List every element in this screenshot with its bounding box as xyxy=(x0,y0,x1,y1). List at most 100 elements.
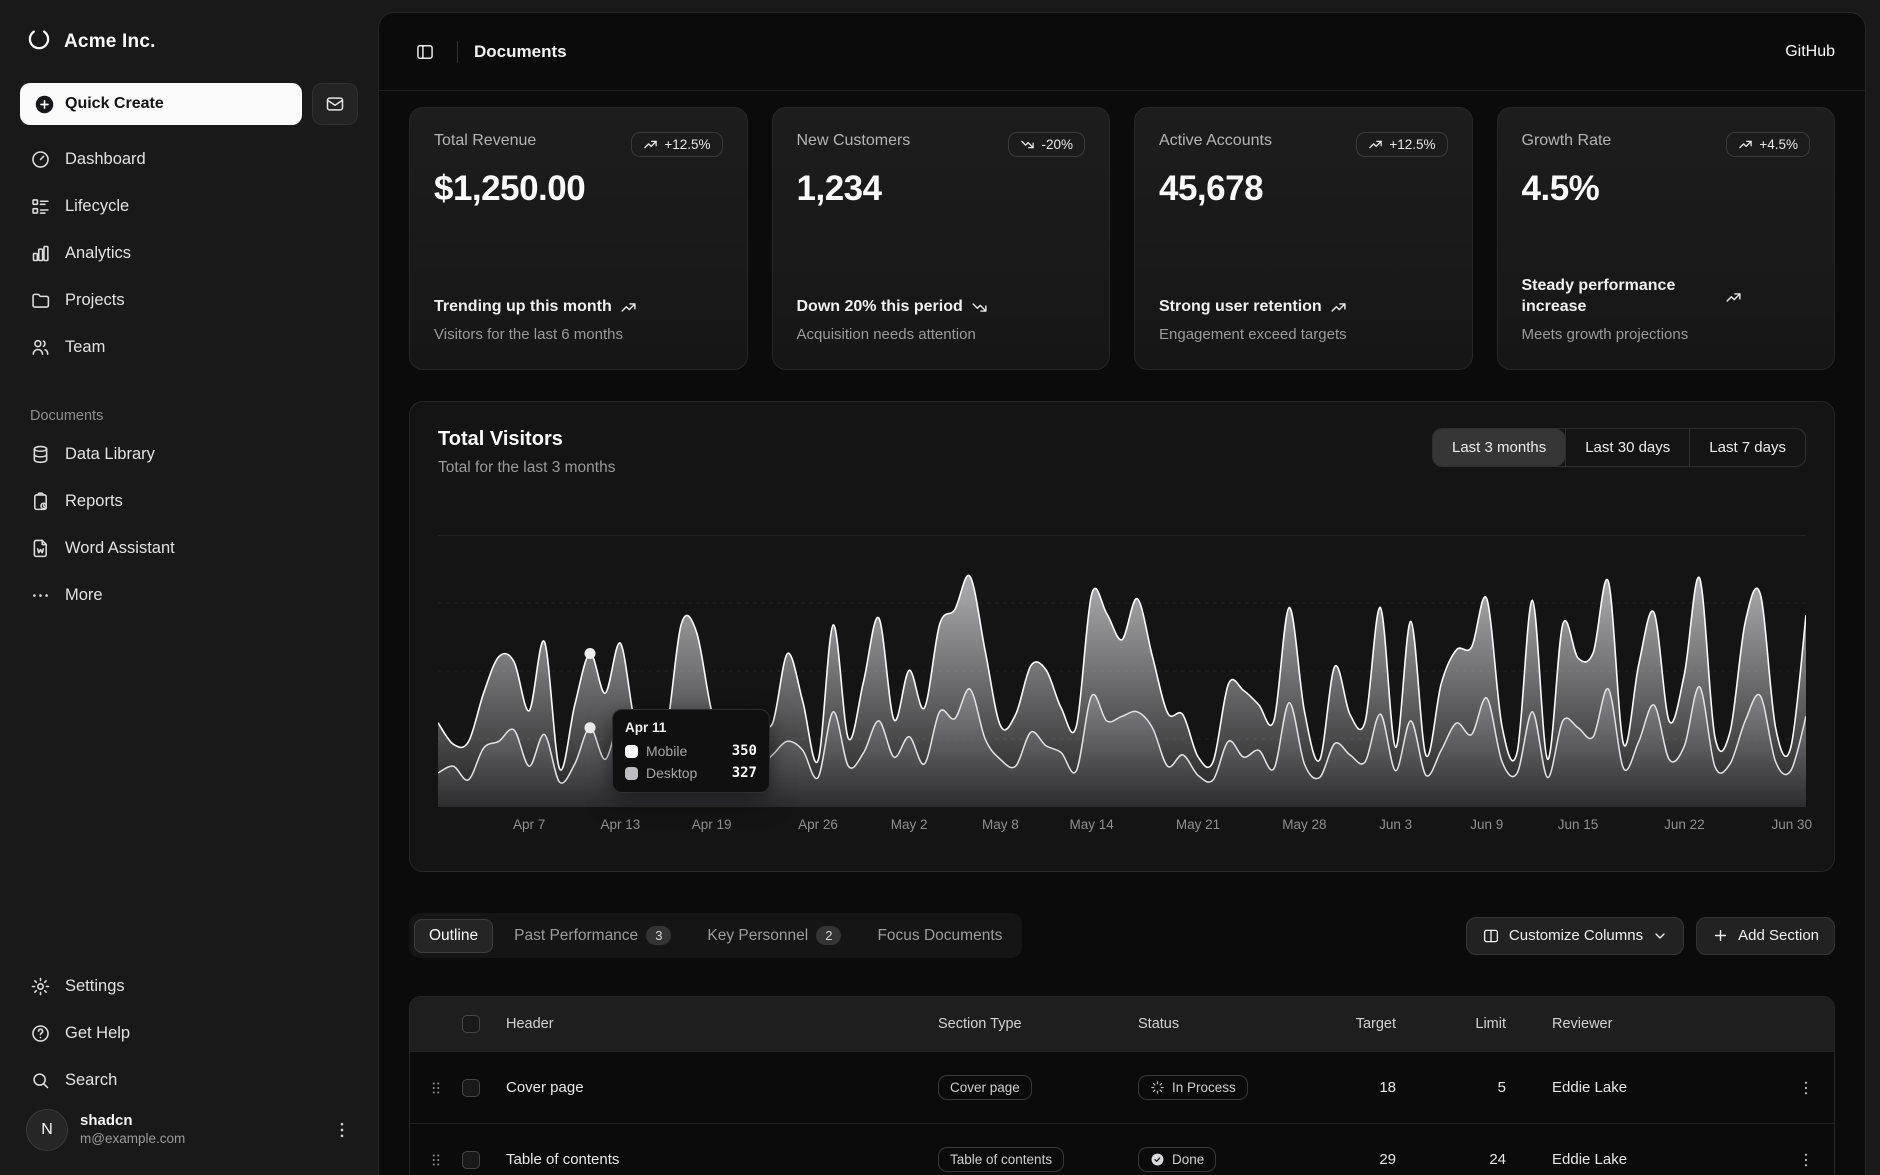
x-tick-label: Jun 15 xyxy=(1558,817,1599,832)
drag-handle[interactable] xyxy=(410,1079,462,1097)
stat-card-new-customers: New Customers -20% 1,234 Down 20% this p… xyxy=(772,107,1111,370)
tab-past-performance[interactable]: Past Performance 3 xyxy=(499,918,686,953)
desktop-swatch xyxy=(625,767,638,780)
brand[interactable]: Acme Inc. xyxy=(18,20,360,57)
row-header-cell[interactable]: Table of contents xyxy=(506,1151,938,1168)
footer-title: Trending up this month xyxy=(434,297,612,318)
badge-value: -20% xyxy=(1041,137,1073,152)
tab-count-badge: 3 xyxy=(646,926,671,945)
sidebar-item-team[interactable]: Team xyxy=(18,327,360,368)
sidebar-item-data-library[interactable]: Data Library xyxy=(18,434,360,475)
github-link[interactable]: GitHub xyxy=(1785,43,1835,61)
badge-value: +12.5% xyxy=(1389,137,1435,152)
users-icon xyxy=(30,337,52,358)
x-tick-label: Jun 9 xyxy=(1470,817,1503,832)
add-section-button[interactable]: Add Section xyxy=(1696,917,1835,955)
quick-create-button[interactable]: Quick Create xyxy=(20,83,302,125)
sidebar-item-lifecycle[interactable]: Lifecycle xyxy=(18,186,360,227)
drag-handle[interactable] xyxy=(410,1151,462,1169)
trending-up-icon xyxy=(643,137,658,152)
sidebar-item-more[interactable]: More xyxy=(18,575,360,616)
col-status: Status xyxy=(1138,1016,1328,1032)
footer-title: Down 20% this period xyxy=(797,297,963,318)
grip-vertical-icon xyxy=(427,1151,445,1169)
user-menu[interactable]: N shadcn m@example.com xyxy=(18,1101,360,1159)
sidebar-toggle-button[interactable] xyxy=(409,36,441,68)
table-row[interactable]: Cover page Cover page In Process 18 5 Ed… xyxy=(410,1051,1834,1123)
tab-focus-documents[interactable]: Focus Documents xyxy=(862,919,1017,953)
trending-up-icon xyxy=(1738,137,1753,152)
sidebar-item-analytics[interactable]: Analytics xyxy=(18,233,360,274)
dots-vertical-icon xyxy=(1797,1151,1815,1169)
user-menu-button[interactable] xyxy=(332,1120,352,1140)
avatar-initial: N xyxy=(41,1121,53,1139)
tooltip-series-value: 327 xyxy=(732,765,757,781)
limit-cell[interactable]: 5 xyxy=(1418,1079,1528,1096)
status-badge: Done xyxy=(1138,1147,1216,1172)
range-last-30-days[interactable]: Last 30 days xyxy=(1565,429,1689,466)
trending-up-icon xyxy=(1725,289,1742,306)
stat-value: 4.5% xyxy=(1522,169,1811,209)
reviewer-cell[interactable]: Eddie Lake xyxy=(1528,1079,1778,1096)
col-header: Header xyxy=(506,1016,938,1032)
tab-label: Past Performance xyxy=(514,927,638,945)
col-section-type: Section Type xyxy=(938,1016,1138,1032)
sidebar-item-word-assistant[interactable]: Word Assistant xyxy=(18,528,360,569)
reviewer-cell[interactable]: Eddie Lake xyxy=(1528,1151,1778,1168)
plus-icon xyxy=(1712,927,1729,944)
gauge-icon xyxy=(30,149,52,170)
row-header-cell[interactable]: Cover page xyxy=(506,1079,938,1096)
stat-card-growth-rate: Growth Rate +4.5% 4.5% Steady performanc… xyxy=(1497,107,1836,370)
sidebar-item-get-help[interactable]: Get Help xyxy=(18,1013,360,1054)
footer-sub: Acquisition needs attention xyxy=(797,326,1086,343)
button-label: Customize Columns xyxy=(1509,927,1643,944)
sidebar-item-settings[interactable]: Settings xyxy=(18,966,360,1007)
sidebar-item-label: Team xyxy=(65,338,105,357)
sidebar-item-label: Dashboard xyxy=(65,150,146,169)
inbox-button[interactable] xyxy=(312,83,358,125)
trending-down-icon xyxy=(1020,137,1035,152)
section-toolbar: Outline Past Performance 3 Key Personnel2… xyxy=(409,913,1835,958)
user-email: m@example.com xyxy=(80,1131,320,1148)
x-tick-label: May 14 xyxy=(1069,817,1113,832)
target-cell[interactable]: 29 xyxy=(1328,1151,1418,1168)
mail-icon xyxy=(325,94,345,114)
range-last-3-months[interactable]: Last 3 months xyxy=(1433,429,1565,466)
check-circle-icon xyxy=(1150,1152,1165,1167)
sidebar-item-reports[interactable]: Reports xyxy=(18,481,360,522)
row-menu-button[interactable] xyxy=(1797,1079,1815,1097)
sidebar-item-label: Reports xyxy=(65,492,123,511)
row-checkbox[interactable] xyxy=(462,1079,480,1097)
limit-cell[interactable]: 24 xyxy=(1418,1151,1528,1168)
tab-outline[interactable]: Outline xyxy=(414,919,493,953)
sidebar-item-dashboard[interactable]: Dashboard xyxy=(18,139,360,180)
sidebar-item-projects[interactable]: Projects xyxy=(18,280,360,321)
main-panel: Documents GitHub Total Revenue +12.5% xyxy=(378,12,1866,1175)
visitors-chart-wrap: Apr 11 Mobile 350 Desktop 327 xyxy=(438,535,1806,807)
select-all-checkbox[interactable] xyxy=(462,1015,480,1033)
main-area: Documents GitHub Total Revenue +12.5% xyxy=(378,0,1880,1175)
tab-label: Focus Documents xyxy=(877,927,1002,945)
target-cell[interactable]: 18 xyxy=(1328,1079,1418,1096)
customize-columns-button[interactable]: Customize Columns xyxy=(1466,917,1684,955)
dots-vertical-icon xyxy=(332,1120,352,1140)
list-details-icon xyxy=(30,196,52,217)
button-label: Add Section xyxy=(1738,927,1819,944)
sidebar-item-label: Data Library xyxy=(65,445,155,464)
trend-badge: +12.5% xyxy=(631,132,722,157)
chart-tooltip: Apr 11 Mobile 350 Desktop 327 xyxy=(612,709,770,793)
content: Total Revenue +12.5% $1,250.00 Trending … xyxy=(379,91,1865,1175)
footer-sub: Visitors for the last 6 months xyxy=(434,326,723,343)
table-row[interactable]: Table of contents Table of contents Done… xyxy=(410,1123,1834,1175)
tab-key-personnel[interactable]: Key Personnel2 xyxy=(692,918,856,953)
sidebar-item-search[interactable]: Search xyxy=(18,1060,360,1101)
ellipsis-icon xyxy=(30,585,52,606)
row-checkbox[interactable] xyxy=(462,1151,480,1169)
x-tick-label: May 21 xyxy=(1176,817,1220,832)
panel-left-icon xyxy=(415,42,435,62)
x-tick-label: Apr 19 xyxy=(692,817,732,832)
row-menu-button[interactable] xyxy=(1797,1151,1815,1169)
sidebar-item-label: Lifecycle xyxy=(65,197,129,216)
trending-up-icon xyxy=(620,299,637,316)
range-last-7-days[interactable]: Last 7 days xyxy=(1689,429,1805,466)
